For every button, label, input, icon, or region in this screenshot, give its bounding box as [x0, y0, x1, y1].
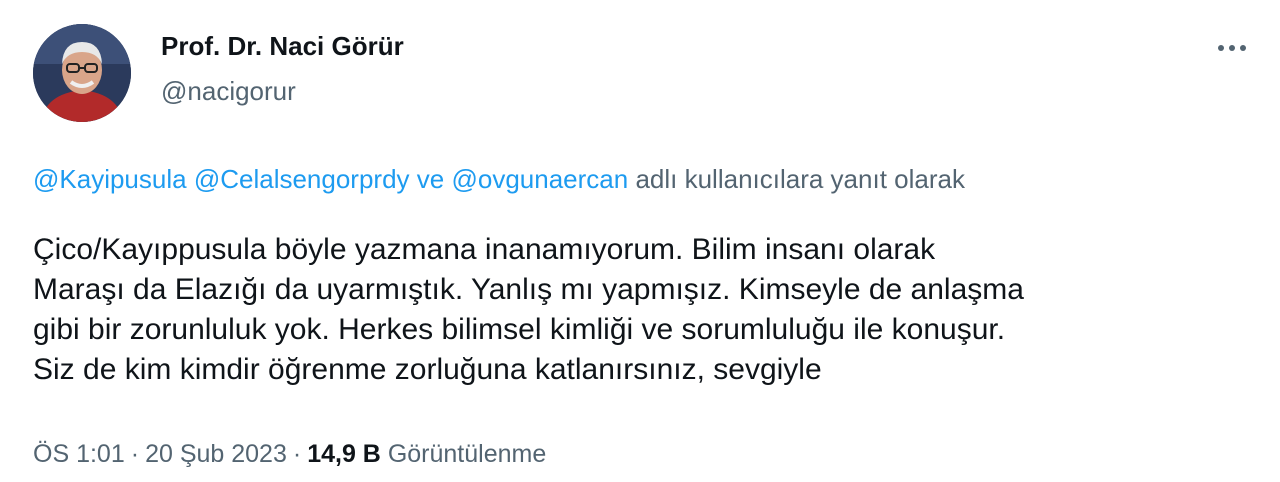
- author-avatar[interactable]: [33, 24, 131, 122]
- meta-separator: ·: [292, 440, 302, 468]
- reply-context-suffix: adlı kullanıcılara yanıt olarak: [635, 164, 965, 194]
- meta-separator: ·: [130, 440, 140, 468]
- author-handle[interactable]: @nacigorur: [161, 76, 296, 107]
- views-label: Görüntülenme: [387, 440, 547, 468]
- more-options-button[interactable]: [1214, 36, 1250, 60]
- mention-kayipusula[interactable]: @Kayipusula: [33, 164, 187, 194]
- author-name[interactable]: Prof. Dr. Naci Görür: [161, 31, 404, 62]
- mention-ovgunaercan[interactable]: @ovgunaercan: [451, 164, 628, 194]
- tweet-time[interactable]: ÖS 1:01: [33, 440, 125, 468]
- reply-context: @Kayipusula @Celalsengorprdy ve @ovgunae…: [33, 164, 965, 195]
- tweet-metadata: ÖS 1:01 · 20 Şub 2023 · 14,9 B Görüntülenme: [33, 440, 546, 469]
- tweet: Prof. Dr. Naci Görür @nacigorur @Kayipus…: [0, 0, 1280, 482]
- profile-photo-icon: [33, 24, 131, 122]
- tweet-date[interactable]: 20 Şub 2023: [145, 440, 287, 468]
- tweet-text: Çico/Kayıppusula böyle yazmana inanamıyo…: [33, 233, 1024, 386]
- reply-conjunction: ve: [416, 164, 445, 194]
- mention-celalsengorprdy[interactable]: @Celalsengorprdy: [194, 164, 410, 194]
- views-count: 14,9 B: [307, 440, 381, 468]
- more-horizontal-icon: [1218, 45, 1246, 51]
